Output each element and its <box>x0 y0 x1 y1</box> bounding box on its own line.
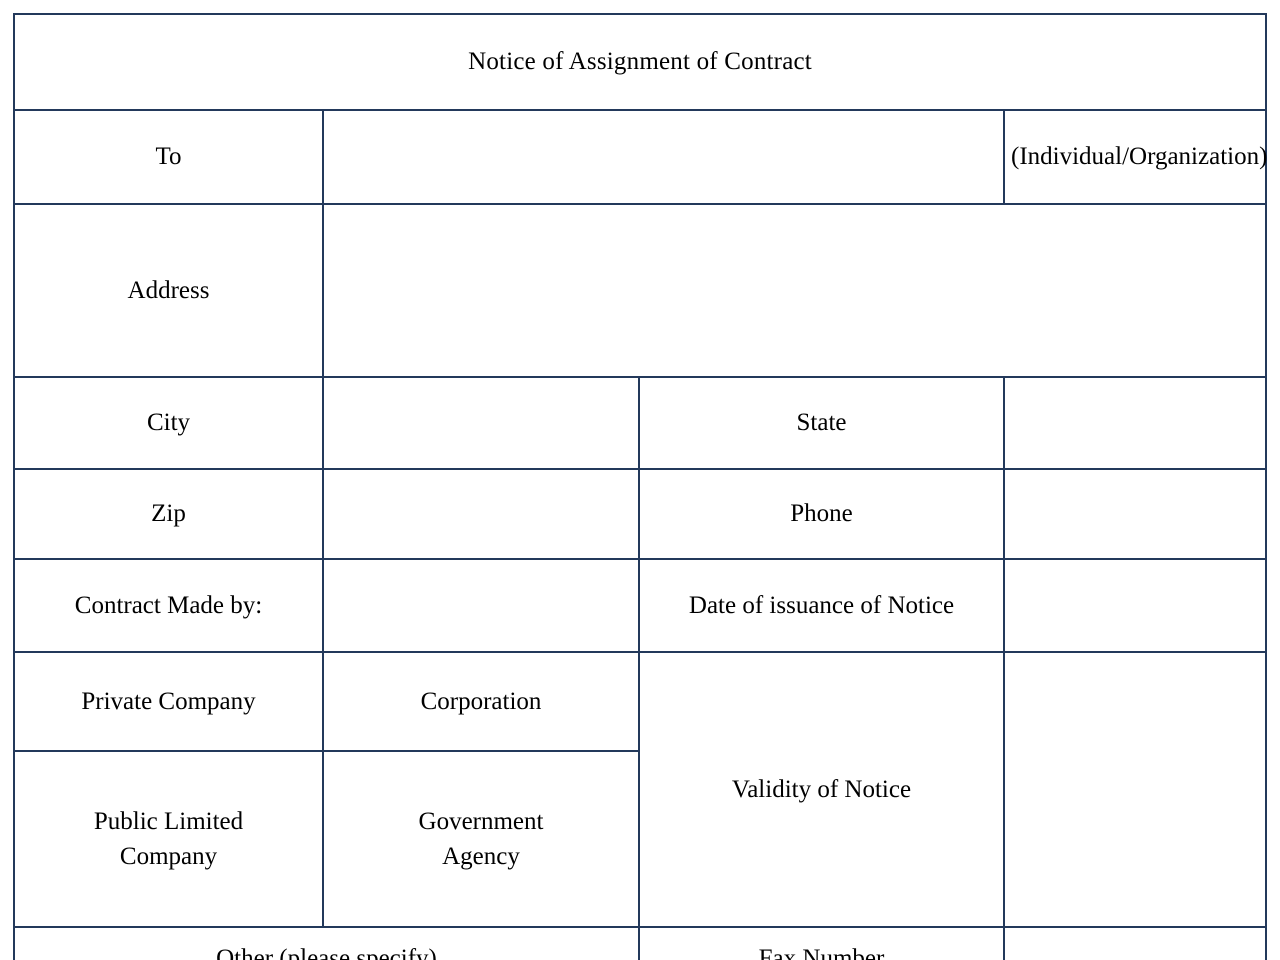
to-input[interactable] <box>322 109 1005 205</box>
address-row: Address <box>13 203 1268 378</box>
public-limited-company-option[interactable]: Public Limited Company <box>13 750 324 928</box>
to-label: To <box>13 109 324 205</box>
page-title: Notice of Assignment of Contract <box>12 13 1268 111</box>
title-row: Notice of Assignment of Contract <box>12 13 1268 111</box>
government-agency-option[interactable]: Government Agency <box>322 750 640 928</box>
zip-label: Zip <box>13 468 324 560</box>
city-label: City <box>13 376 324 470</box>
phone-input[interactable] <box>1002 468 1268 560</box>
other-fax-row: Other (please specify) Fax Number <box>13 926 1268 960</box>
fax-number-label: Fax Number <box>638 926 1005 960</box>
government-agency-line-2: Agency <box>442 843 520 870</box>
zip-phone-row: Zip Phone <box>13 468 1268 560</box>
contract-made-row: Contract Made by: Date of issuance of No… <box>13 558 1268 653</box>
to-row: To (Individual/Organization) <box>13 109 1267 205</box>
city-input[interactable] <box>322 376 640 470</box>
private-company-option[interactable]: Private Company <box>13 651 324 752</box>
validity-of-notice-input[interactable] <box>1002 651 1268 928</box>
state-input[interactable] <box>1002 376 1268 470</box>
entity-type-row-1: Private Company Corporation Validity of … <box>13 651 1268 928</box>
form-container: Notice of Assignment of Contract To (Ind… <box>0 0 1280 960</box>
corporation-option[interactable]: Corporation <box>322 651 640 752</box>
to-hint: (Individual/Organization) <box>1002 109 1267 205</box>
notice-of-assignment-form: Notice of Assignment of Contract To (Ind… <box>12 13 1268 960</box>
contract-made-by-input[interactable] <box>322 558 640 653</box>
date-of-issuance-label: Date of issuance of Notice <box>638 558 1005 653</box>
date-of-issuance-input[interactable] <box>1002 558 1268 653</box>
zip-input[interactable] <box>322 468 640 560</box>
state-label: State <box>638 376 1005 470</box>
address-input[interactable] <box>321 203 1268 378</box>
government-agency-line-1: Government <box>418 807 544 835</box>
fax-number-input[interactable] <box>1002 926 1268 960</box>
other-please-specify-option[interactable]: Other (please specify) <box>13 926 640 960</box>
city-state-row: City State <box>13 376 1268 470</box>
public-limited-company-line-1: Public Limited <box>93 807 244 835</box>
contract-made-by-label: Contract Made by: <box>13 558 324 653</box>
public-limited-company-line-2: Company <box>119 843 218 870</box>
phone-label: Phone <box>638 468 1005 560</box>
validity-of-notice-label: Validity of Notice <box>638 651 1005 928</box>
address-label: Address <box>13 203 324 378</box>
